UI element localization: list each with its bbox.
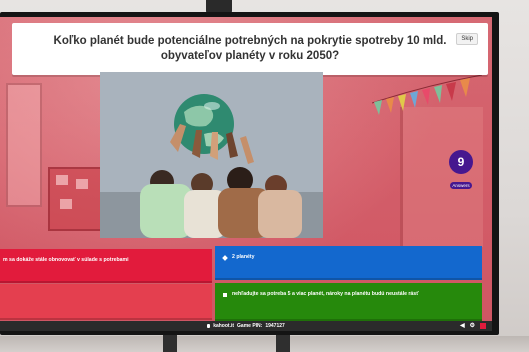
- bottom-controls: ◀ ⚙: [460, 322, 486, 330]
- answer-text-2: 2 planéty: [232, 254, 255, 260]
- lock-icon: [207, 324, 211, 328]
- answer-option-4[interactable]: nehľadujte sa potreba 5 a viac planét, n…: [215, 283, 482, 321]
- answer-option-3[interactable]: [0, 284, 212, 320]
- answer-text-4: nehľadujte sa potreba 5 a viac planét, n…: [232, 291, 419, 297]
- fullscreen-icon[interactable]: [480, 323, 486, 329]
- diamond-icon: [222, 254, 228, 261]
- bunting-flags: [372, 75, 482, 125]
- question-text: Koľko planét bude potenciálne potrebných…: [53, 35, 447, 62]
- site-name: kahoot.it: [213, 323, 235, 329]
- answer-text-1: m sa dokáže stále obnovovať v súlade s p…: [3, 257, 129, 263]
- speaker-icon[interactable]: ◀: [460, 322, 465, 330]
- tv-stand-left: [163, 332, 177, 352]
- answer-option-1[interactable]: m sa dokáže stále obnovovať v súlade s p…: [0, 249, 212, 283]
- game-pin-label: Game PIN:: [237, 323, 263, 329]
- question-image: [100, 72, 323, 238]
- gear-icon[interactable]: ⚙: [470, 322, 475, 330]
- answers-counter: 9 Answers: [447, 150, 475, 192]
- background-board: [48, 167, 104, 231]
- tv-stand-right: [276, 332, 290, 352]
- answers-count: 9: [449, 150, 473, 174]
- bottom-bar: kahoot.it Game PIN: 1947127 ◀ ⚙: [0, 321, 492, 331]
- answers-label: Answers: [450, 182, 472, 189]
- floor-strip: [0, 336, 529, 352]
- skip-button[interactable]: Skip: [456, 33, 478, 45]
- question-bar: Koľko planét bude potenciálne potrebných…: [12, 23, 488, 75]
- answer-option-2[interactable]: 2 planéty: [215, 246, 482, 280]
- kahoot-screen: Koľko planét bude potenciálne potrebných…: [0, 17, 492, 331]
- background-window: [6, 83, 42, 207]
- game-pin: 1947127: [265, 323, 285, 329]
- square-icon: [223, 292, 227, 297]
